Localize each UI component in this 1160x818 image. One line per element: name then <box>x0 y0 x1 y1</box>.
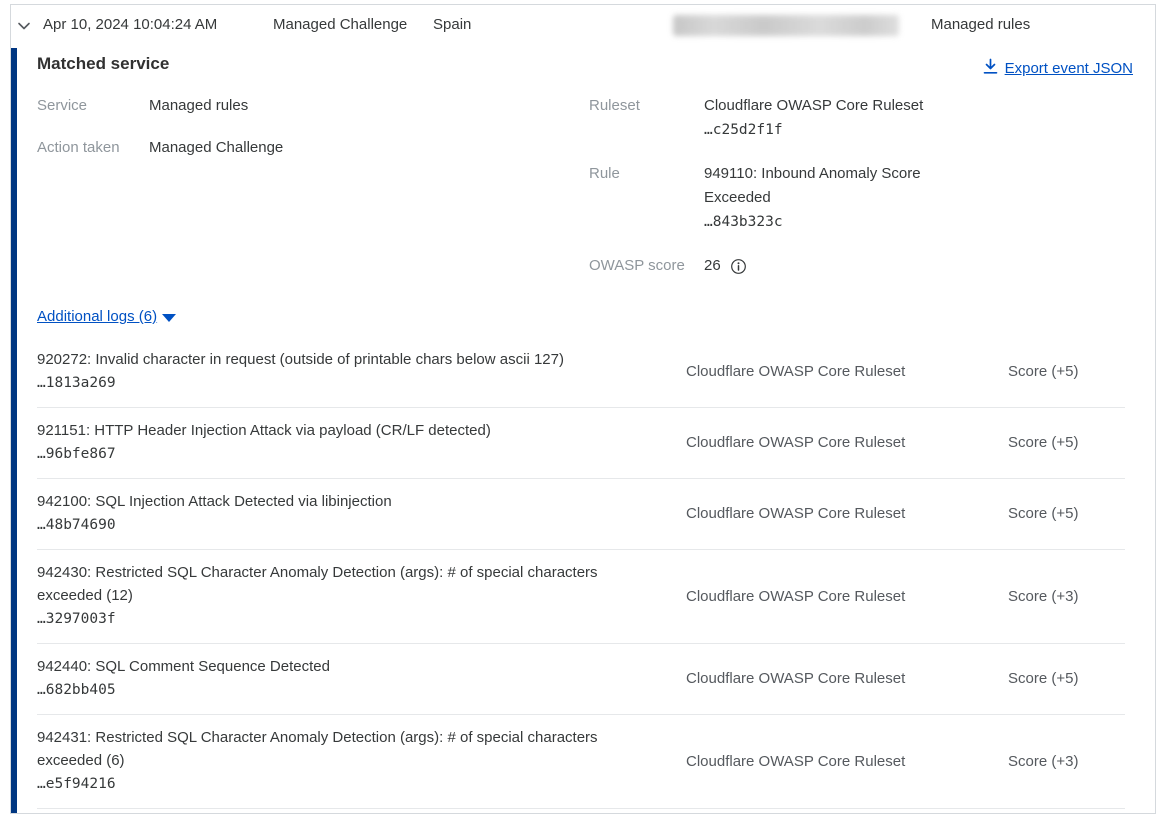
caret-down-icon <box>162 314 176 322</box>
detail-value: 949110: Inbound Anomaly Score Exceeded …… <box>704 162 946 234</box>
event-country: Spain <box>433 16 471 33</box>
ruleset-id: …c25d2f1f <box>704 122 783 138</box>
detail-label: Action taken <box>37 136 149 160</box>
export-event-json-label: Export event JSON <box>1005 60 1133 77</box>
log-ruleset: Cloudflare OWASP Core Ruleset <box>686 434 1008 451</box>
log-ruleset: Cloudflare OWASP Core Ruleset <box>686 753 1008 770</box>
panel-title: Matched service <box>37 54 169 74</box>
detail-owasp-score: OWASP score 26 <box>589 254 1009 278</box>
log-description-cell: 942430: Restricted SQL Character Anomaly… <box>37 561 686 631</box>
detail-service: Service Managed rules <box>37 94 283 118</box>
log-score: Score (+5) <box>1008 363 1125 380</box>
rule-id: …843b323c <box>704 214 783 230</box>
log-description-cell: 942440: SQL Comment Sequence Detected …6… <box>37 655 686 702</box>
detail-value: Managed Challenge <box>149 136 283 160</box>
details-right-column: Ruleset Cloudflare OWASP Core Ruleset …c… <box>589 94 1009 298</box>
log-row: 942431: Restricted SQL Character Anomaly… <box>37 715 1125 809</box>
log-rule-id: …e5f94216 <box>37 772 652 796</box>
log-rule-description: 920272: Invalid character in request (ou… <box>37 348 652 371</box>
log-description-cell: 920272: Invalid character in request (ou… <box>37 348 686 395</box>
event-action: Managed Challenge <box>273 16 407 33</box>
export-event-json-link[interactable]: Export event JSON <box>983 58 1133 79</box>
event-service: Managed rules <box>931 16 1030 33</box>
ruleset-name: Cloudflare OWASP Core Ruleset <box>704 97 923 114</box>
log-ruleset: Cloudflare OWASP Core Ruleset <box>686 588 1008 605</box>
owasp-score-value: 26 <box>704 254 721 278</box>
log-row: 920272: Invalid character in request (ou… <box>37 337 1125 408</box>
log-description-cell: 921151: HTTP Header Injection Attack via… <box>37 419 686 466</box>
additional-logs-table: 920272: Invalid character in request (ou… <box>37 337 1125 809</box>
event-detail-panel: Matched service Export event JSON Servic… <box>17 48 1155 813</box>
detail-action-taken: Action taken Managed Challenge <box>37 136 283 160</box>
detail-ruleset: Ruleset Cloudflare OWASP Core Ruleset …c… <box>589 94 1009 142</box>
log-rule-description: 921151: HTTP Header Injection Attack via… <box>37 419 652 442</box>
chevron-down-icon[interactable] <box>16 18 32 34</box>
additional-logs-toggle[interactable]: Additional logs (6) <box>37 308 176 325</box>
log-description-cell: 942431: Restricted SQL Character Anomaly… <box>37 726 686 796</box>
detail-label: Ruleset <box>589 94 704 142</box>
log-rule-id: …682bb405 <box>37 678 652 702</box>
log-score: Score (+5) <box>1008 505 1125 522</box>
log-rule-id: …3297003f <box>37 607 652 631</box>
log-row: 942440: SQL Comment Sequence Detected …6… <box>37 644 1125 715</box>
log-score: Score (+3) <box>1008 753 1125 770</box>
detail-label: OWASP score <box>589 254 704 278</box>
details-left-column: Service Managed rules Action taken Manag… <box>37 94 283 178</box>
additional-logs-label: Additional logs (6) <box>37 308 157 325</box>
rule-name: 949110: Inbound Anomaly Score Exceeded <box>704 165 921 206</box>
redacted-host-value <box>673 15 899 36</box>
log-rule-description: 942440: SQL Comment Sequence Detected <box>37 655 652 678</box>
log-score: Score (+3) <box>1008 588 1125 605</box>
detail-value: 26 <box>704 254 946 278</box>
detail-rule: Rule 949110: Inbound Anomaly Score Excee… <box>589 162 1009 234</box>
log-rule-id: …96bfe867 <box>37 442 652 466</box>
log-ruleset: Cloudflare OWASP Core Ruleset <box>686 505 1008 522</box>
log-description-cell: 942100: SQL Injection Attack Detected vi… <box>37 490 686 537</box>
log-row: 942100: SQL Injection Attack Detected vi… <box>37 479 1125 550</box>
download-icon <box>983 58 998 79</box>
info-icon[interactable] <box>730 258 747 275</box>
detail-value: Managed rules <box>149 94 248 118</box>
detail-value: Cloudflare OWASP Core Ruleset …c25d2f1f <box>704 94 946 142</box>
log-rule-id: …1813a269 <box>37 371 652 395</box>
log-score: Score (+5) <box>1008 670 1125 687</box>
detail-label: Service <box>37 94 149 118</box>
log-rule-description: 942431: Restricted SQL Character Anomaly… <box>37 726 652 772</box>
log-row: 942430: Restricted SQL Character Anomaly… <box>37 550 1125 644</box>
event-row-header[interactable]: Apr 10, 2024 10:04:24 AM Managed Challen… <box>11 5 1155 48</box>
detail-label: Rule <box>589 162 704 234</box>
log-ruleset: Cloudflare OWASP Core Ruleset <box>686 363 1008 380</box>
event-timestamp: Apr 10, 2024 10:04:24 AM <box>43 16 217 33</box>
firewall-event-card: Apr 10, 2024 10:04:24 AM Managed Challen… <box>10 4 1156 814</box>
log-ruleset: Cloudflare OWASP Core Ruleset <box>686 670 1008 687</box>
log-rule-id: …48b74690 <box>37 513 652 537</box>
log-score: Score (+5) <box>1008 434 1125 451</box>
log-rule-description: 942430: Restricted SQL Character Anomaly… <box>37 561 652 607</box>
log-rule-description: 942100: SQL Injection Attack Detected vi… <box>37 490 652 513</box>
log-row: 921151: HTTP Header Injection Attack via… <box>37 408 1125 479</box>
